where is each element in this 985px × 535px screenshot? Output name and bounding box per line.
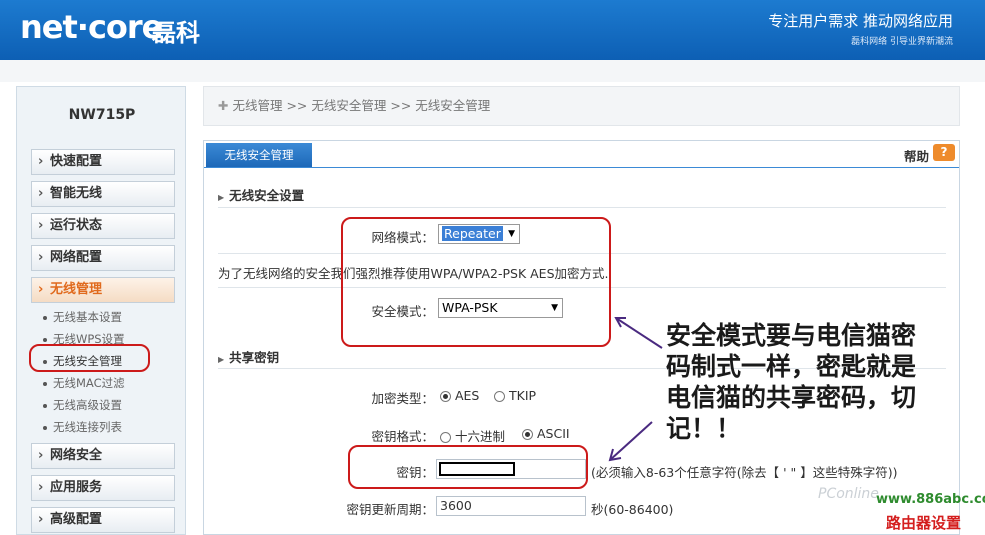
bullet-icon xyxy=(43,315,47,320)
chevron-right-icon: › xyxy=(38,480,44,495)
annotation-box-modes xyxy=(341,217,611,347)
pconline-watermark: PConline xyxy=(818,486,879,502)
nav-smart-wireless[interactable]: › 智能无线 xyxy=(31,181,175,207)
site-watermark: www.886abc.com xyxy=(876,492,985,507)
chevron-right-icon: › xyxy=(38,448,44,463)
chevron-right-icon: › xyxy=(38,512,44,527)
key-renew-hint: 秒(60-86400) xyxy=(591,502,674,517)
top-header: net·core 磊科 专注用户需求 推动网络应用 磊科网络 引导业界新潮流 xyxy=(0,0,985,60)
sub-wireless-basic[interactable]: 无线基本设置 xyxy=(43,309,122,325)
netcore-logo: net·core xyxy=(20,8,163,46)
chevron-right-icon: › xyxy=(38,282,44,297)
device-model: NW715P xyxy=(68,107,136,123)
section-title-shared-key: ▶ 共享密钥 xyxy=(218,350,280,365)
radio-tkip[interactable] xyxy=(494,391,505,402)
arrow-line-bottom xyxy=(609,421,653,461)
slogan: 专注用户需求 推动网络应用 xyxy=(768,12,953,30)
chevron-right-icon: › xyxy=(38,186,44,201)
nav-app-service[interactable]: › 应用服务 xyxy=(31,475,175,501)
nav-wireless-manage[interactable]: › 无线管理 xyxy=(31,277,175,303)
key-renew-input[interactable]: 3600 xyxy=(436,496,586,516)
annotation-box-sidebar xyxy=(29,344,150,372)
sidebar: NW715P › 快速配置 › 智能无线 › 运行状态 › 网络配置 › 无线管理 无线基… xyxy=(16,86,186,535)
key-renew-label: 密钥更新周期： xyxy=(346,502,434,517)
annotation-arrows xyxy=(608,317,663,462)
bullet-icon xyxy=(43,425,47,430)
help-link[interactable]: 帮助 xyxy=(904,146,929,165)
radio-aes[interactable] xyxy=(440,391,451,402)
radio-ascii[interactable] xyxy=(522,429,533,440)
chevron-right-icon: › xyxy=(38,250,44,265)
triangle-right-icon: ▶ xyxy=(218,355,225,364)
tab-underline xyxy=(204,167,959,168)
key-format-ascii-option[interactable]: ASCII xyxy=(522,426,570,441)
annotation-text: 安全模式要与电信猫密码制式一样，密匙就是电信猫的共享密码，切记！！ xyxy=(666,321,917,443)
bullet-icon xyxy=(43,381,47,386)
sub-wireless-mac-filter[interactable]: 无线MAC过滤 xyxy=(43,375,125,391)
tab-wireless-security[interactable]: 无线安全管理 xyxy=(206,143,312,167)
nav-quick-config[interactable]: › 快速配置 xyxy=(31,149,175,175)
sub-wireless-clients[interactable]: 无线连接列表 xyxy=(43,419,122,435)
site-cn-watermark: 路由器设置 xyxy=(886,514,962,532)
nav-advanced-config[interactable]: › 高级配置 xyxy=(31,507,175,533)
sub-slogan: 磊科网络 引导业界新潮流 xyxy=(851,37,953,47)
bullet-icon xyxy=(43,337,47,342)
section-title-wireless-security: ▶ 无线安全设置 xyxy=(218,188,305,203)
nav-network-config[interactable]: › 网络配置 xyxy=(31,245,175,271)
encrypt-type-label: 加密类型： xyxy=(371,391,434,406)
breadcrumb: ✚ 无线管理 >> 无线安全管理 >> 无线安全管理 xyxy=(203,86,960,126)
bullet-icon xyxy=(43,403,47,408)
logo-chinese: 磊科 xyxy=(152,19,200,47)
section-divider xyxy=(218,207,946,208)
key-format-label: 密钥格式： xyxy=(371,429,434,444)
nav-network-security[interactable]: › 网络安全 xyxy=(31,443,175,469)
key-format-hex-option[interactable]: 十六进制 xyxy=(440,426,505,445)
chevron-right-icon: › xyxy=(38,154,44,169)
radio-hex[interactable] xyxy=(440,432,451,443)
sub-wireless-advanced[interactable]: 无线高级设置 xyxy=(43,397,122,413)
arrow-line-top xyxy=(615,317,663,349)
encrypt-tkip-option[interactable]: TKIP xyxy=(494,388,536,403)
nav-run-status[interactable]: › 运行状态 xyxy=(31,213,175,239)
encrypt-aes-option[interactable]: AES xyxy=(440,388,479,403)
annotation-box-key xyxy=(348,445,588,489)
chevron-right-icon: › xyxy=(38,218,44,233)
help-question-icon[interactable]: ? xyxy=(933,144,955,161)
triangle-right-icon: ▶ xyxy=(218,193,225,202)
header-strip xyxy=(0,60,985,82)
plus-icon: ✚ xyxy=(218,98,229,113)
